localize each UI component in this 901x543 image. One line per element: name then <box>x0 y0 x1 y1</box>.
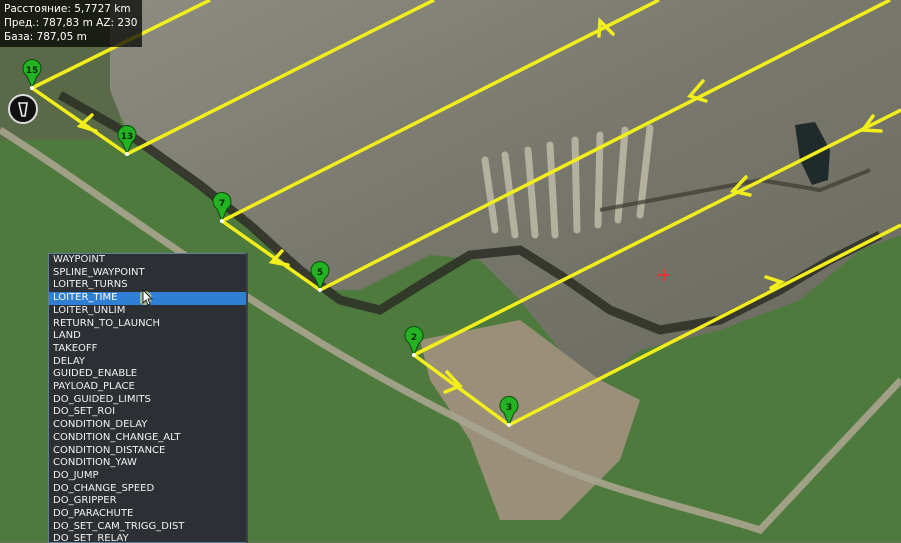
waypoint-number: 3 <box>506 403 512 413</box>
compass-needle-icon <box>17 102 28 117</box>
command-item-do-gripper[interactable]: DO_GRIPPER <box>49 495 246 508</box>
command-item-do-parachute[interactable]: DO_PARACHUTE <box>49 508 246 521</box>
waypoint-number: 2 <box>411 333 417 343</box>
command-item-do-change-speed[interactable]: DO_CHANGE_SPEED <box>49 483 246 496</box>
waypoint-number: 15 <box>26 66 39 76</box>
command-item-condition-delay[interactable]: CONDITION_DELAY <box>49 419 246 432</box>
command-item-delay[interactable]: DELAY <box>49 356 246 369</box>
command-item-payload-place[interactable]: PAYLOAD_PLACE <box>49 381 246 394</box>
command-item-spline-waypoint[interactable]: SPLINE_WAYPOINT <box>49 267 246 280</box>
command-item-do-set-cam-trigg-dist[interactable]: DO_SET_CAM_TRIGG_DIST <box>49 521 246 534</box>
distance-info-panel: Расстояние: 5,7727 km Пред.: 787,83 m AZ… <box>0 0 143 47</box>
waypoint-dot <box>507 423 511 427</box>
command-item-do-jump[interactable]: DO_JUMP <box>49 470 246 483</box>
waypoint-number: 5 <box>317 268 323 278</box>
waypoint-dot <box>125 152 129 156</box>
waypoint-dot <box>318 288 322 292</box>
waypoint-dot <box>220 219 224 223</box>
command-item-land[interactable]: LAND <box>49 330 246 343</box>
command-item-guided-enable[interactable]: GUIDED_ENABLE <box>49 368 246 381</box>
waypoint-number: 13 <box>121 132 134 142</box>
command-item-takeoff[interactable]: TAKEOFF <box>49 343 246 356</box>
previous-distance-readout: Пред.: 787,83 m AZ: 230 <box>4 17 138 29</box>
home-distance-readout: База: 787,05 m <box>4 31 87 43</box>
mouse-cursor-icon <box>140 289 154 306</box>
waypoint-number: 7 <box>219 199 225 209</box>
menu-scroll-edge <box>246 253 248 543</box>
command-item-return-to-launch[interactable]: RETURN_TO_LAUNCH <box>49 318 246 331</box>
waypoint-dot <box>412 353 416 357</box>
command-item-condition-distance[interactable]: CONDITION_DISTANCE <box>49 445 246 458</box>
command-item-do-set-roi[interactable]: DO_SET_ROI <box>49 406 246 419</box>
waypoint-dot <box>30 86 34 90</box>
command-item-do-set-relay[interactable]: DO_SET_RELAY <box>49 533 246 542</box>
command-item-waypoint[interactable]: WAYPOINT <box>49 254 246 267</box>
command-item-condition-yaw[interactable]: CONDITION_YAW <box>49 457 246 470</box>
compass-icon[interactable] <box>8 94 38 124</box>
command-item-condition-change-alt[interactable]: CONDITION_CHANGE_ALT <box>49 432 246 445</box>
command-item-do-guided-limits[interactable]: DO_GUIDED_LIMITS <box>49 394 246 407</box>
distance-readout: Расстояние: 5,7727 km <box>4 3 131 15</box>
